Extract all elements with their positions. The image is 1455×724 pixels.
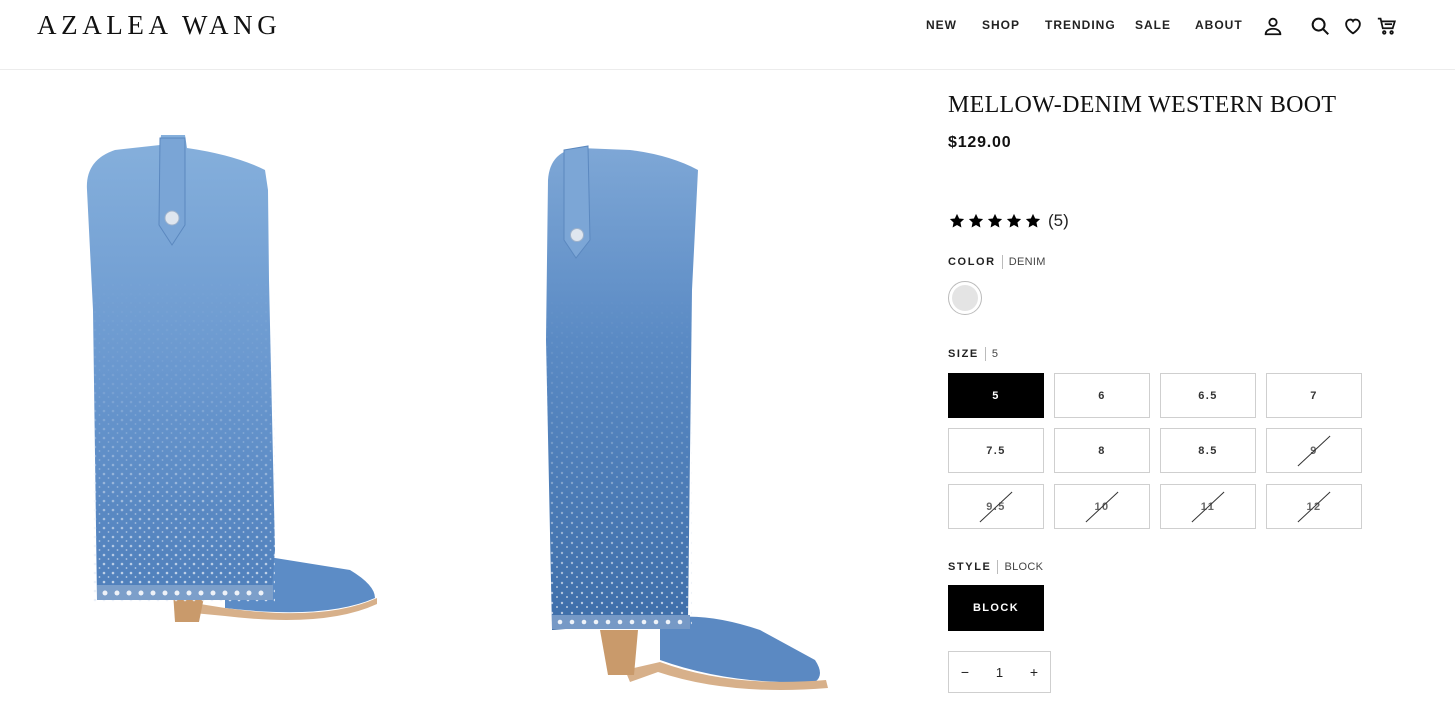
product-rating[interactable]: (5) (948, 211, 1069, 231)
star-icon (1006, 213, 1022, 228)
product-price: $129.00 (948, 134, 1012, 151)
quantity-value[interactable]: 1 (996, 665, 1003, 680)
size-option-sold-out[interactable]: 9.5 (948, 484, 1044, 529)
size-option[interactable]: 7.5 (948, 428, 1044, 473)
account-icon[interactable] (1262, 15, 1284, 37)
size-option-sold-out[interactable]: 9 (1266, 428, 1362, 473)
review-count[interactable]: (5) (1048, 211, 1069, 231)
brand-logo[interactable]: AZALEA WANG (37, 10, 281, 41)
label-divider (984, 347, 986, 361)
site-header: AZALEA WANG NEW SHOP TRENDING SALE ABOUT (0, 0, 1455, 70)
label-divider (997, 560, 999, 574)
quantity-stepper: − 1 + (948, 651, 1051, 693)
color-label-row: COLOR DENIM (948, 255, 1046, 269)
style-label: STYLE (948, 561, 992, 573)
star-icon (949, 213, 965, 228)
nav-sale[interactable]: SALE (1135, 18, 1171, 32)
size-value: 5 (991, 348, 999, 360)
style-option-block[interactable]: BLOCK (948, 585, 1044, 631)
star-icon (987, 213, 1003, 228)
product-title: MELLOW-DENIM WESTERN BOOT (948, 92, 1337, 118)
size-option[interactable]: 6 (1054, 373, 1150, 418)
size-option[interactable]: 8.5 (1160, 428, 1256, 473)
nav-shop[interactable]: SHOP (982, 18, 1020, 32)
star-icon (968, 213, 984, 228)
boot-side-illustration (86, 135, 377, 622)
size-option[interactable]: 5 (948, 373, 1044, 418)
nav-about[interactable]: ABOUT (1195, 18, 1243, 32)
nav-trending[interactable]: TRENDING (1045, 18, 1116, 32)
quantity-decrease-button[interactable]: − (958, 664, 972, 680)
quantity-increase-button[interactable]: + (1027, 664, 1041, 680)
size-option-sold-out[interactable]: 10 (1054, 484, 1150, 529)
product-image-side[interactable] (75, 130, 385, 630)
style-value: BLOCK (1004, 561, 1044, 573)
size-option-sold-out[interactable]: 12 (1266, 484, 1362, 529)
size-label-row: SIZE 5 (948, 347, 998, 361)
color-value: DENIM (1008, 256, 1046, 268)
wishlist-heart-icon[interactable] (1342, 15, 1364, 37)
rating-stars (948, 212, 1042, 230)
product-image-angle[interactable] (530, 140, 840, 700)
style-label-row: STYLE BLOCK (948, 560, 1043, 574)
color-swatch-denim[interactable] (948, 281, 982, 315)
size-label: SIZE (948, 348, 979, 360)
size-option-sold-out[interactable]: 11 (1160, 484, 1256, 529)
color-label: COLOR (948, 256, 996, 268)
label-divider (1001, 255, 1003, 269)
size-option[interactable]: 7 (1266, 373, 1362, 418)
size-option[interactable]: 8 (1054, 428, 1150, 473)
star-icon (1025, 213, 1041, 228)
size-option[interactable]: 6.5 (1160, 373, 1256, 418)
cart-icon[interactable] (1376, 15, 1398, 37)
search-icon[interactable] (1309, 15, 1331, 37)
nav-new[interactable]: NEW (926, 18, 957, 32)
boot-angle-illustration (546, 145, 828, 690)
